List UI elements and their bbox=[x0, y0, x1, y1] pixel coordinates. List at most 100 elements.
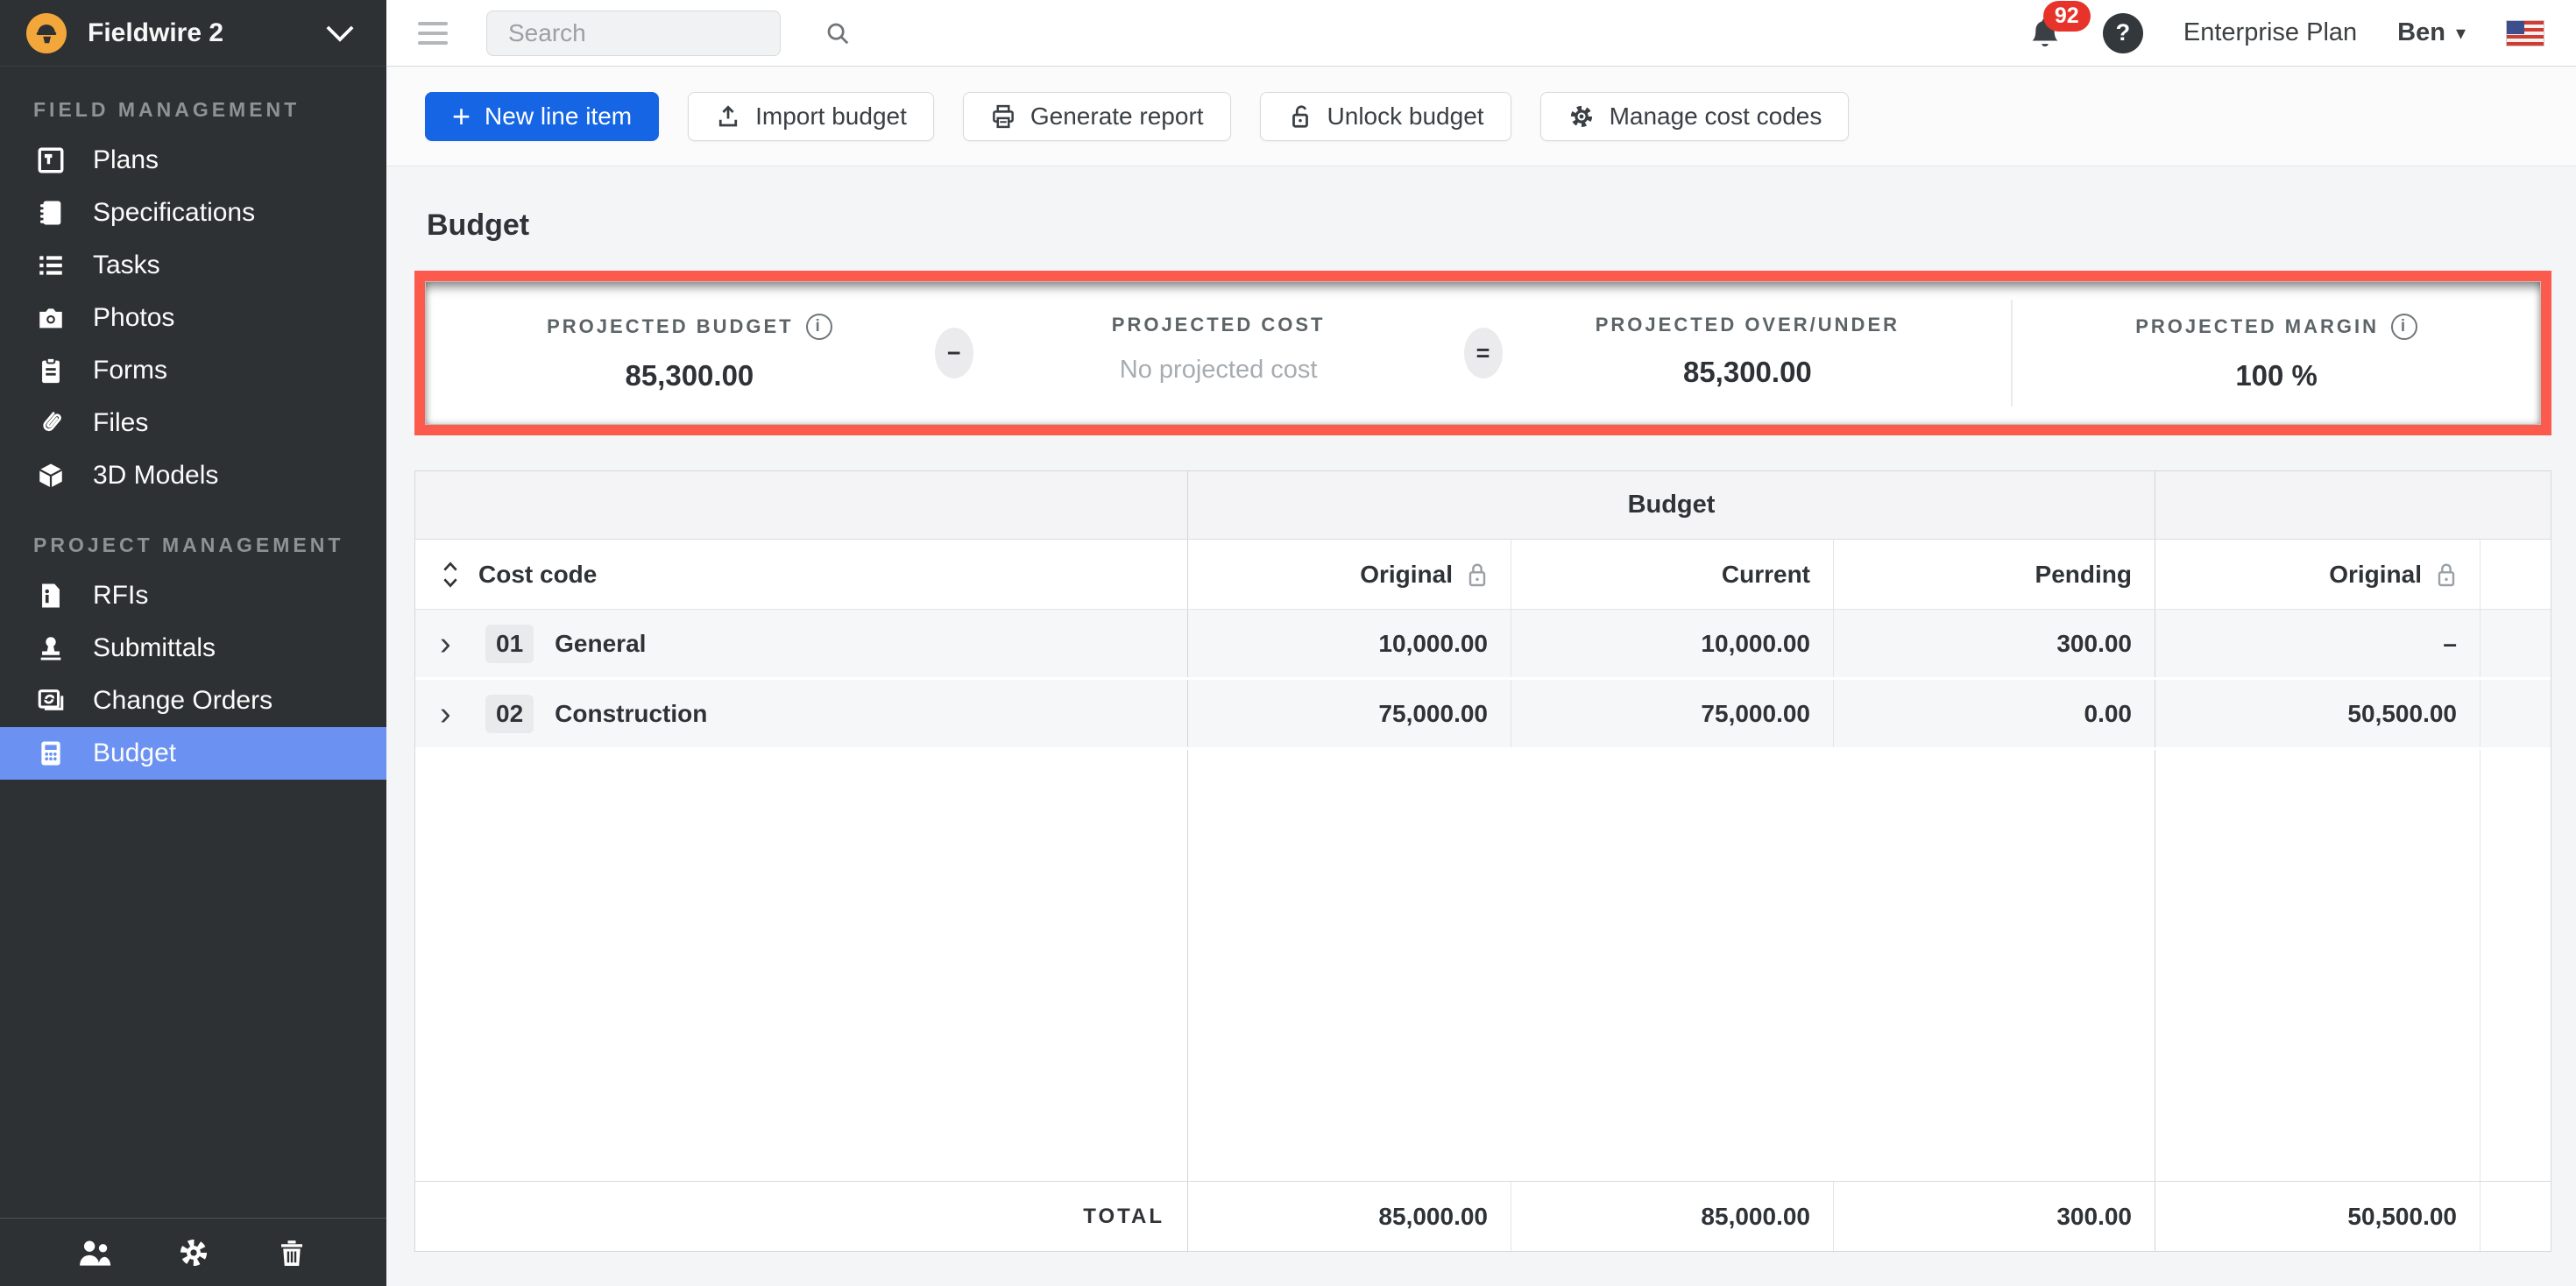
cell-original[interactable]: 10,000.00 bbox=[1187, 610, 1511, 677]
search-icon bbox=[824, 20, 851, 46]
cell-current[interactable]: 10,000.00 bbox=[1511, 610, 1833, 677]
table-row[interactable]: › 01 General 10,000.00 10,000.00 300.00 … bbox=[415, 610, 2551, 680]
specifications-icon bbox=[33, 198, 68, 228]
new-line-item-label: New line item bbox=[485, 102, 632, 131]
topbar: 92 ? Enterprise Plan Ben ▾ bbox=[386, 0, 2576, 67]
user-menu[interactable]: Ben ▾ bbox=[2397, 18, 2466, 47]
unlock-budget-button[interactable]: Unlock budget bbox=[1260, 92, 1511, 141]
column-pending[interactable]: Pending bbox=[1833, 540, 2155, 609]
table-empty-area bbox=[415, 750, 2551, 1181]
sidebar-item-rfis[interactable]: RFIs bbox=[0, 569, 386, 622]
sidebar-item-specifications[interactable]: Specifications bbox=[0, 187, 386, 239]
new-line-item-button[interactable]: + New line item bbox=[425, 92, 659, 141]
cell-original[interactable]: 75,000.00 bbox=[1187, 680, 1511, 747]
table-row[interactable]: › 02 Construction 75,000.00 75,000.00 0.… bbox=[415, 680, 2551, 750]
group-header-budget: Budget bbox=[1187, 471, 2155, 539]
sort-icon[interactable] bbox=[442, 561, 459, 589]
import-budget-button[interactable]: Import budget bbox=[688, 92, 934, 141]
project-switcher[interactable]: Fieldwire 2 bbox=[0, 0, 386, 67]
info-icon[interactable]: i bbox=[2391, 314, 2417, 340]
sidebar-item-label: Change Orders bbox=[93, 686, 272, 716]
column-label: Current bbox=[1722, 561, 1810, 589]
cell-original-locked[interactable]: – bbox=[2155, 610, 2480, 677]
sidebar-item-budget[interactable]: Budget bbox=[0, 727, 386, 780]
sidebar-footer bbox=[0, 1218, 386, 1286]
column-label: Original bbox=[2329, 561, 2422, 589]
cell-current[interactable]: 75,000.00 bbox=[1511, 680, 1833, 747]
sidebar-item-label: Forms bbox=[93, 356, 167, 385]
stat-projected-cost: PROJECTED COST No projected cost bbox=[954, 314, 1483, 392]
photos-icon bbox=[33, 303, 68, 333]
stat-value: 100 % bbox=[2012, 359, 2541, 392]
stat-label: PROJECTED OVER/UNDER bbox=[1596, 314, 1900, 336]
manage-cost-codes-button[interactable]: Manage cost codes bbox=[1540, 92, 1850, 141]
unlock-icon bbox=[1287, 103, 1313, 130]
manage-cost-codes-label: Manage cost codes bbox=[1610, 102, 1822, 131]
sidebar-item-label: Submittals bbox=[93, 633, 216, 663]
cost-code-name: General bbox=[555, 630, 646, 658]
stat-value: 85,300.00 bbox=[1483, 356, 2013, 389]
menu-toggle-button[interactable] bbox=[418, 22, 448, 45]
plans-icon bbox=[33, 145, 68, 175]
total-original: 85,000.00 bbox=[1187, 1182, 1511, 1251]
budget-toolbar: + New line item Import budget Generate r… bbox=[386, 67, 2576, 166]
sidebar-item-tasks[interactable]: Tasks bbox=[0, 239, 386, 292]
equals-operator: = bbox=[1464, 328, 1503, 378]
us-flag-icon[interactable] bbox=[2506, 20, 2544, 46]
sidebar-item-files[interactable]: Files bbox=[0, 397, 386, 449]
sidebar-item-label: Specifications bbox=[93, 198, 255, 228]
stat-projected-budget: PROJECTED BUDGET i 85,300.00 bbox=[425, 314, 954, 392]
printer-icon bbox=[990, 103, 1016, 130]
sidebar-item-label: Plans bbox=[93, 145, 159, 175]
column-current[interactable]: Current bbox=[1511, 540, 1833, 609]
trash-button[interactable] bbox=[261, 1237, 322, 1268]
column-original-locked[interactable]: Original bbox=[2155, 540, 2480, 609]
sidebar-item-submittals[interactable]: Submittals bbox=[0, 622, 386, 675]
table-total-row: TOTAL 85,000.00 85,000.00 300.00 50,500.… bbox=[415, 1181, 2551, 1251]
settings-button[interactable] bbox=[163, 1236, 224, 1269]
sidebar-item-plans[interactable]: Plans bbox=[0, 134, 386, 187]
cell-pending[interactable]: 300.00 bbox=[1833, 610, 2155, 677]
caret-down-icon: ▾ bbox=[2456, 22, 2466, 45]
cell-pending[interactable]: 0.00 bbox=[1833, 680, 2155, 747]
column-original[interactable]: Original bbox=[1187, 540, 1511, 609]
cell-original-locked[interactable]: 50,500.00 bbox=[2155, 680, 2480, 747]
sidebar-item-forms[interactable]: Forms bbox=[0, 344, 386, 397]
search-box[interactable] bbox=[486, 11, 781, 56]
search-input[interactable] bbox=[508, 19, 824, 47]
generate-report-button[interactable]: Generate report bbox=[963, 92, 1231, 141]
column-label: Pending bbox=[2035, 561, 2132, 589]
sidebar-item-3d-models[interactable]: 3D Models bbox=[0, 449, 386, 502]
divider bbox=[2012, 300, 2013, 406]
projected-summary-panel: PROJECTED BUDGET i 85,300.00 PROJECTED C… bbox=[414, 271, 2551, 435]
people-button[interactable] bbox=[64, 1238, 125, 1268]
notifications-button[interactable]: 92 bbox=[2028, 15, 2063, 52]
sidebar-item-change-orders[interactable]: Change Orders bbox=[0, 675, 386, 727]
stat-label: PROJECTED BUDGET bbox=[547, 315, 793, 338]
column-cost-code[interactable]: Cost code bbox=[415, 540, 1187, 609]
stat-value: 85,300.00 bbox=[425, 359, 954, 392]
total-original-locked: 50,500.00 bbox=[2155, 1182, 2480, 1251]
fieldwire-logo-icon bbox=[26, 13, 67, 53]
sidebar-item-photos[interactable]: Photos bbox=[0, 292, 386, 344]
total-pending: 300.00 bbox=[1833, 1182, 2155, 1251]
stat-value: No projected cost bbox=[954, 356, 1483, 385]
info-icon[interactable]: i bbox=[806, 314, 832, 340]
project-name: Fieldwire 2 bbox=[88, 18, 325, 48]
table-column-header: Cost code Original Current Pending Origi… bbox=[415, 540, 2551, 610]
calculator-icon bbox=[33, 738, 68, 768]
user-name: Ben bbox=[2397, 18, 2445, 47]
stat-projected-margin: PROJECTED MARGIN i 100 % bbox=[2012, 314, 2541, 392]
upload-icon bbox=[715, 103, 741, 130]
sidebar-item-label: Photos bbox=[93, 303, 174, 333]
files-icon bbox=[33, 408, 68, 438]
section-project-management: PROJECT MANAGEMENT bbox=[0, 502, 386, 569]
generate-report-label: Generate report bbox=[1030, 102, 1204, 131]
stat-label: PROJECTED MARGIN bbox=[2135, 315, 2379, 338]
table-group-header: Budget bbox=[415, 471, 2551, 540]
change-orders-icon bbox=[33, 686, 68, 716]
sidebar: Fieldwire 2 FIELD MANAGEMENT Plans Speci… bbox=[0, 0, 386, 1286]
page-title: Budget bbox=[427, 208, 2551, 243]
plan-label[interactable]: Enterprise Plan bbox=[2183, 18, 2357, 47]
help-button[interactable]: ? bbox=[2103, 13, 2143, 53]
